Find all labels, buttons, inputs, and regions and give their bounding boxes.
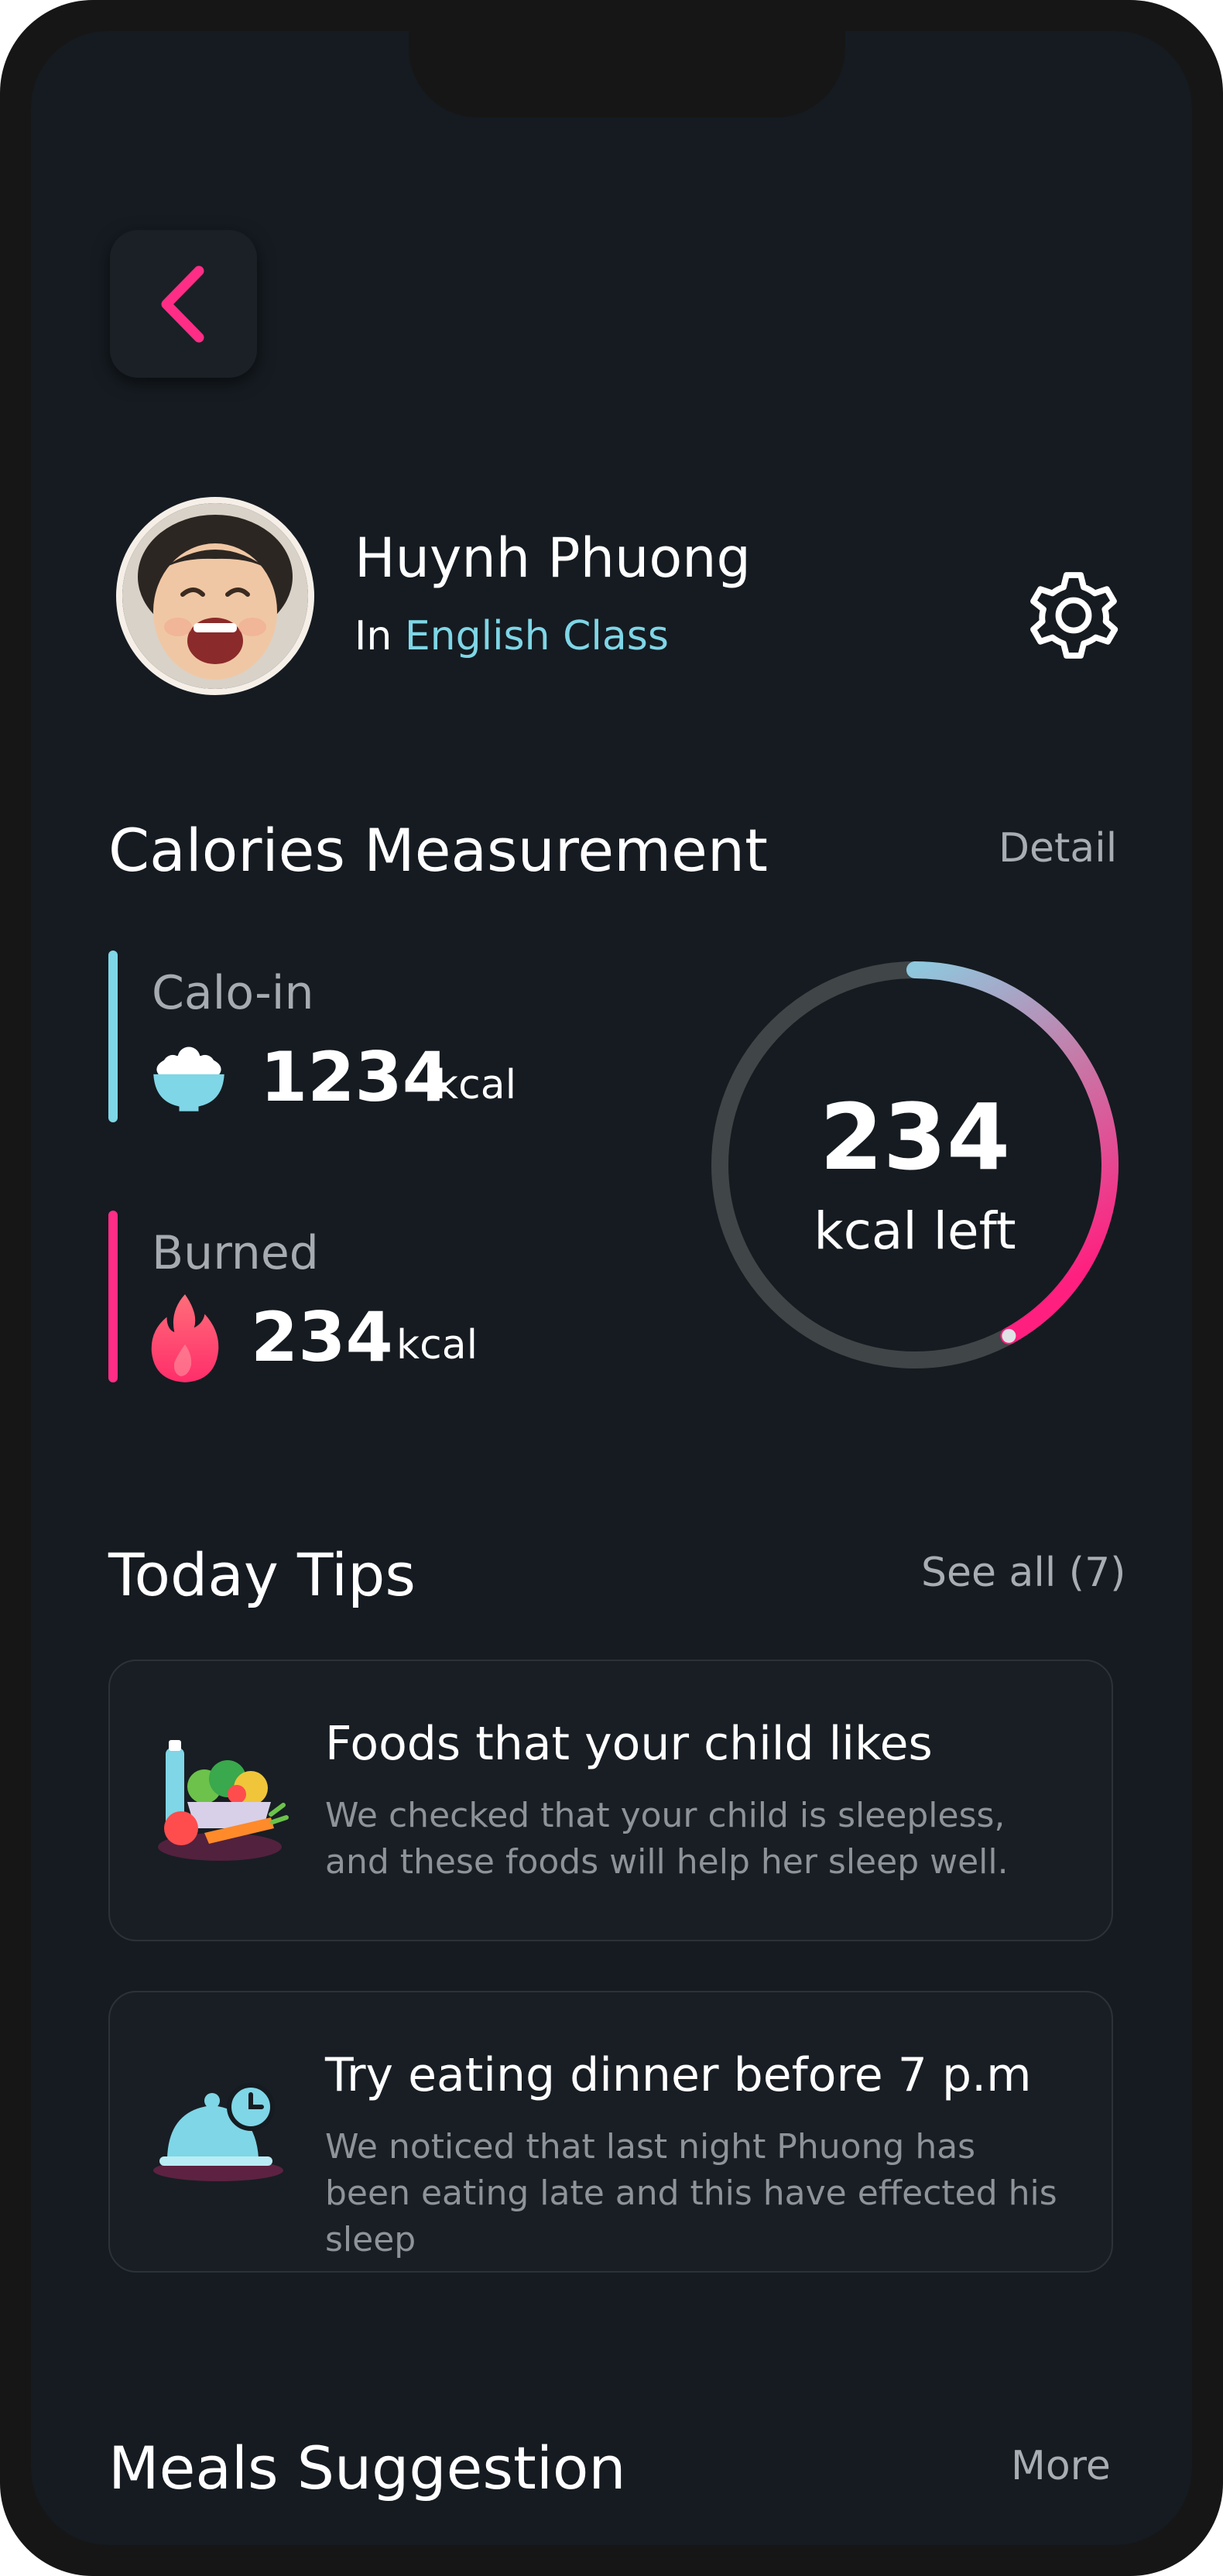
gear-icon[interactable] — [1023, 565, 1124, 666]
calo-in-value: 1234 — [260, 1037, 450, 1117]
calo-in-unit: kcal — [435, 1062, 517, 1108]
child-photo — [122, 503, 308, 689]
burned-bar — [108, 1211, 118, 1382]
kcal-left-value: 234 — [819, 1084, 1011, 1190]
rice-bowl-icon — [153, 1046, 224, 1112]
calories-title: Calories Measurement — [108, 816, 768, 885]
tip-title: Try eating dinner before 7 p.m — [325, 2048, 1032, 2102]
tips-title: Today Tips — [108, 1540, 416, 1609]
phone-frame: Huynh Phuong In English Class Calories M… — [0, 0, 1223, 2576]
notch — [409, 31, 845, 118]
meals-title: Meals Suggestion — [108, 2434, 626, 2502]
tip-title: Foods that your child likes — [325, 1717, 933, 1771]
ring-end-dot — [1002, 1328, 1016, 1343]
profile-name: Huynh Phuong — [355, 526, 751, 590]
avatar[interactable] — [122, 503, 308, 689]
kcal-left-label: kcal left — [814, 1201, 1016, 1261]
tip-card[interactable]: Foods that your child likes We checked t… — [108, 1660, 1113, 1941]
food-basket-icon — [158, 1740, 289, 1861]
dinner-clock-icon — [153, 2083, 283, 2181]
class-name-link[interactable]: English Class — [405, 613, 669, 659]
calo-in-bar — [108, 951, 118, 1122]
tip-card[interactable]: Try eating dinner before 7 p.m We notice… — [108, 1991, 1113, 2273]
detail-link[interactable]: Detail — [999, 825, 1117, 872]
see-all-link[interactable]: See all (7) — [921, 1550, 1125, 1596]
burned-value: 234 — [251, 1297, 393, 1377]
tip-description: We noticed that last night Phuong has be… — [325, 2127, 1057, 2259]
calo-in-label: Calo-in — [152, 966, 314, 1020]
app-screen: Huynh Phuong In English Class Calories M… — [31, 31, 1192, 2545]
chevron-left-icon — [161, 265, 204, 343]
tip-description: We checked that your child is sleepless,… — [325, 1796, 1009, 1882]
class-info: In English Class — [355, 613, 669, 659]
burned-unit: kcal — [396, 1322, 478, 1368]
class-prefix: In — [355, 613, 392, 659]
more-link[interactable]: More — [1011, 2443, 1111, 2489]
fire-icon — [151, 1294, 219, 1382]
back-button[interactable] — [110, 231, 257, 378]
burned-label: Burned — [152, 1226, 319, 1280]
